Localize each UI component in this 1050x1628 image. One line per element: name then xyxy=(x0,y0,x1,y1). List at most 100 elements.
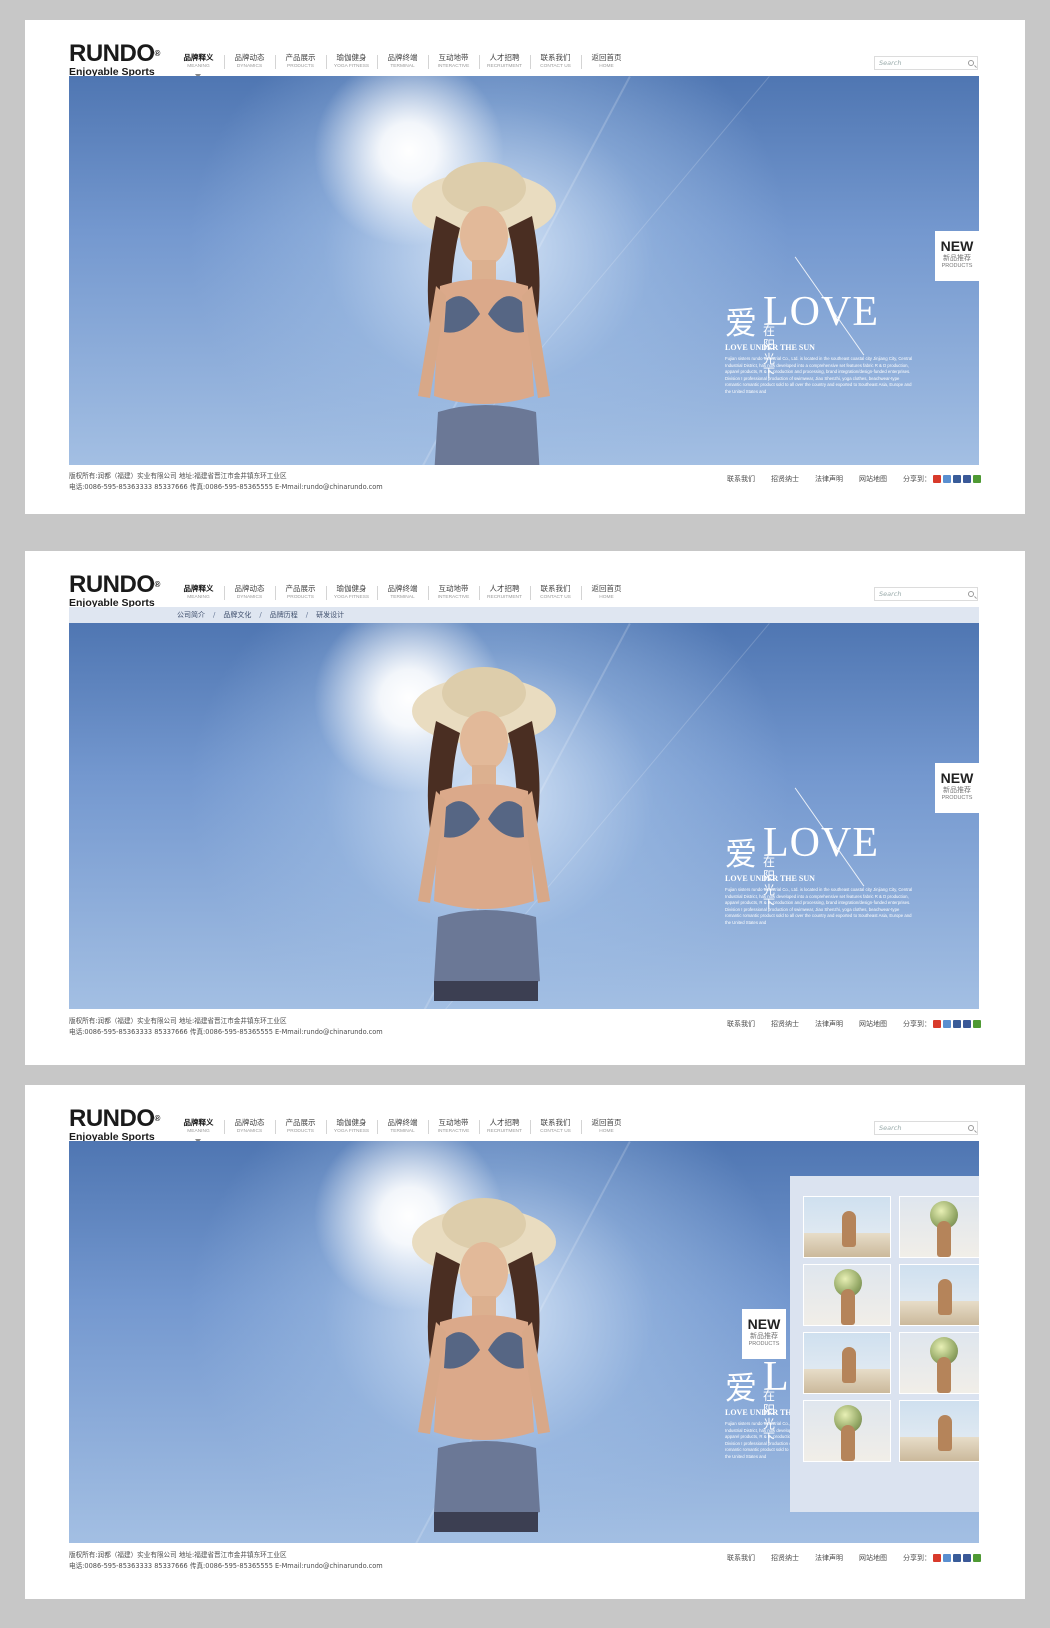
weibo-icon[interactable] xyxy=(933,1020,941,1028)
model-photo xyxy=(412,667,556,1001)
nav-item-label: 产品展示 xyxy=(285,1118,316,1127)
footer-link-jobs[interactable]: 招贤纳士 xyxy=(771,474,799,484)
gallery-thumb[interactable] xyxy=(803,1400,891,1462)
nav-item-label: 品牌释义 xyxy=(183,1118,214,1127)
gallery-thumb[interactable] xyxy=(803,1332,891,1394)
nav-item-sublabel: YOGA FITNESS xyxy=(333,64,370,69)
search-input[interactable]: Search xyxy=(874,56,978,70)
nav-item-label: 互动地带 xyxy=(438,1118,469,1127)
nav-item-sublabel: DYNAMICS xyxy=(236,595,263,600)
brand-logo[interactable]: RUNDO® Enjoyable Sports xyxy=(69,573,160,610)
headline-love: LOVE xyxy=(763,289,879,335)
qq-icon[interactable] xyxy=(943,475,951,483)
share-label: 分享到： xyxy=(903,475,931,483)
footer-link-sitemap[interactable]: 网站地图 xyxy=(859,1553,887,1563)
brand-logo[interactable]: RUNDO® Enjoyable Sports xyxy=(69,1105,160,1144)
facebook-icon[interactable] xyxy=(963,1020,971,1028)
nav-item-label: 品牌释义 xyxy=(183,584,214,593)
footer-link-legal[interactable]: 法律声明 xyxy=(815,1019,843,1029)
nav-item-sublabel: CONTACT US xyxy=(540,1129,571,1134)
headline-zh-big: 爱 xyxy=(725,835,758,873)
footer-link-legal[interactable]: 法律声明 xyxy=(815,474,843,484)
weibo-icon[interactable] xyxy=(933,1554,941,1562)
footer-line-2: 电话:0086-595-85363333 85337666 传真:0086-59… xyxy=(69,1562,383,1570)
footer-link-contact[interactable]: 联系我们 xyxy=(727,474,755,484)
nav-item-label: 品牌释义 xyxy=(183,53,214,62)
nav-item-label: 返回首页 xyxy=(591,53,622,62)
footer-line-1: 版权所有:润都（福建）实业有限公司 地址:福建省晋江市金井镇东环工业区 xyxy=(69,472,287,480)
nav-item-sublabel: DYNAMICS xyxy=(236,1129,263,1134)
nav-item-sublabel: CONTACT US xyxy=(540,64,571,69)
footer-link-jobs[interactable]: 招贤纳士 xyxy=(771,1553,799,1563)
weibo-icon[interactable] xyxy=(933,475,941,483)
new-products-badge[interactable]: NEW 新品推荐 PRODUCTS xyxy=(742,1309,786,1359)
nav-item-label: 联系我们 xyxy=(540,584,571,593)
footer-link-jobs[interactable]: 招贤纳士 xyxy=(771,1019,799,1029)
footer-line-1: 版权所有:润都（福建）实业有限公司 地址:福建省晋江市金井镇东环工业区 xyxy=(69,1017,287,1025)
facebook-icon[interactable] xyxy=(963,475,971,483)
subnav-item-profile[interactable]: 公司简介 xyxy=(177,610,205,620)
kaixin-icon[interactable] xyxy=(973,475,981,483)
footer-info: 版权所有:润都（福建）实业有限公司 地址:福建省晋江市金井镇东环工业区 电话:0… xyxy=(69,1016,383,1038)
brand-name: RUNDO xyxy=(69,1105,155,1132)
nav-item-label: 互动地带 xyxy=(438,584,469,593)
gallery-thumb[interactable] xyxy=(899,1196,979,1258)
footer-info: 版权所有:润都（福建）实业有限公司 地址:福建省晋江市金井镇东环工业区 电话:0… xyxy=(69,1550,383,1572)
mockup-panel-3: RUNDO® Enjoyable Sports 品牌释义 MEANING 品牌动态… xyxy=(25,1085,1025,1599)
badge-title: NEW xyxy=(747,1316,781,1332)
gallery-thumb[interactable] xyxy=(803,1196,891,1258)
product-gallery xyxy=(790,1176,979,1512)
footer-link-sitemap[interactable]: 网站地图 xyxy=(859,1019,887,1029)
nav-item-sublabel: CONTACT US xyxy=(540,595,571,600)
subnav-item-history[interactable]: 品牌历程 xyxy=(270,610,298,620)
footer-line-2: 电话:0086-595-85363333 85337666 传真:0086-59… xyxy=(69,1028,383,1036)
nav-item-sublabel: TERMINAL xyxy=(390,64,415,69)
subnav-item-culture[interactable]: 品牌文化 xyxy=(223,610,251,620)
search-icon[interactable] xyxy=(968,591,974,597)
share-label: 分享到： xyxy=(903,1554,931,1562)
search-input[interactable]: Search xyxy=(874,1121,978,1135)
qq-icon[interactable] xyxy=(943,1554,951,1562)
mockup-panel-2: RUNDO® Enjoyable Sports 品牌释义 MEANING 品牌动态… xyxy=(25,551,1025,1065)
qq-icon[interactable] xyxy=(943,1020,951,1028)
search-icon[interactable] xyxy=(968,1125,974,1131)
brand-logo[interactable]: RUNDO® Enjoyable Sports xyxy=(69,40,160,79)
model-photo xyxy=(412,1198,556,1532)
footer-link-legal[interactable]: 法律声明 xyxy=(815,1553,843,1563)
footer-info: 版权所有:润都（福建）实业有限公司 地址:福建省晋江市金井镇东环工业区 电话:0… xyxy=(69,471,383,493)
brand-name: RUNDO xyxy=(69,40,155,67)
new-products-badge[interactable]: NEW 新品推荐 PRODUCTS xyxy=(935,231,979,281)
footer-links: 联系我们 招贤纳士 法律声明 网站地图 分享到： xyxy=(711,474,981,484)
model-photo xyxy=(412,162,556,465)
nav-item-sublabel: DYNAMICS xyxy=(236,64,263,69)
nav-item-label: 互动地带 xyxy=(438,53,469,62)
renren-icon[interactable] xyxy=(953,1554,961,1562)
facebook-icon[interactable] xyxy=(963,1554,971,1562)
footer-link-sitemap[interactable]: 网站地图 xyxy=(859,474,887,484)
nav-item-sublabel: PRODUCTS xyxy=(287,64,314,69)
kaixin-icon[interactable] xyxy=(973,1020,981,1028)
renren-icon[interactable] xyxy=(953,1020,961,1028)
nav-item-sublabel: YOGA FITNESS xyxy=(333,1129,370,1134)
search-input[interactable]: Search xyxy=(874,587,978,601)
kaixin-icon[interactable] xyxy=(973,1554,981,1562)
nav-item-label: 品牌终端 xyxy=(387,53,418,62)
new-products-badge[interactable]: NEW 新品推荐 PRODUCTS xyxy=(935,763,979,813)
footer-link-contact[interactable]: 联系我们 xyxy=(727,1019,755,1029)
gallery-thumb[interactable] xyxy=(899,1400,979,1462)
nav-item-label: 品牌动态 xyxy=(234,1118,265,1127)
nav-item-sublabel: PRODUCTS xyxy=(287,1129,314,1134)
footer-line-2: 电话:0086-595-85363333 85337666 传真:0086-59… xyxy=(69,483,383,491)
gallery-thumb[interactable] xyxy=(899,1332,979,1394)
search-placeholder: Search xyxy=(879,59,902,67)
gallery-thumb[interactable] xyxy=(803,1264,891,1326)
renren-icon[interactable] xyxy=(953,475,961,483)
nav-item-sublabel: TERMINAL xyxy=(390,1129,415,1134)
search-icon[interactable] xyxy=(968,60,974,66)
gallery-thumb[interactable] xyxy=(899,1264,979,1326)
footer-link-contact[interactable]: 联系我们 xyxy=(727,1553,755,1563)
subnav-item-rd-design[interactable]: 研发设计 xyxy=(316,610,344,620)
nav-item-sublabel: INTERACTIVE xyxy=(437,1129,470,1134)
nav-item-sublabel: MEANING xyxy=(187,64,210,69)
badge-zh: 新品推荐 xyxy=(943,254,971,262)
